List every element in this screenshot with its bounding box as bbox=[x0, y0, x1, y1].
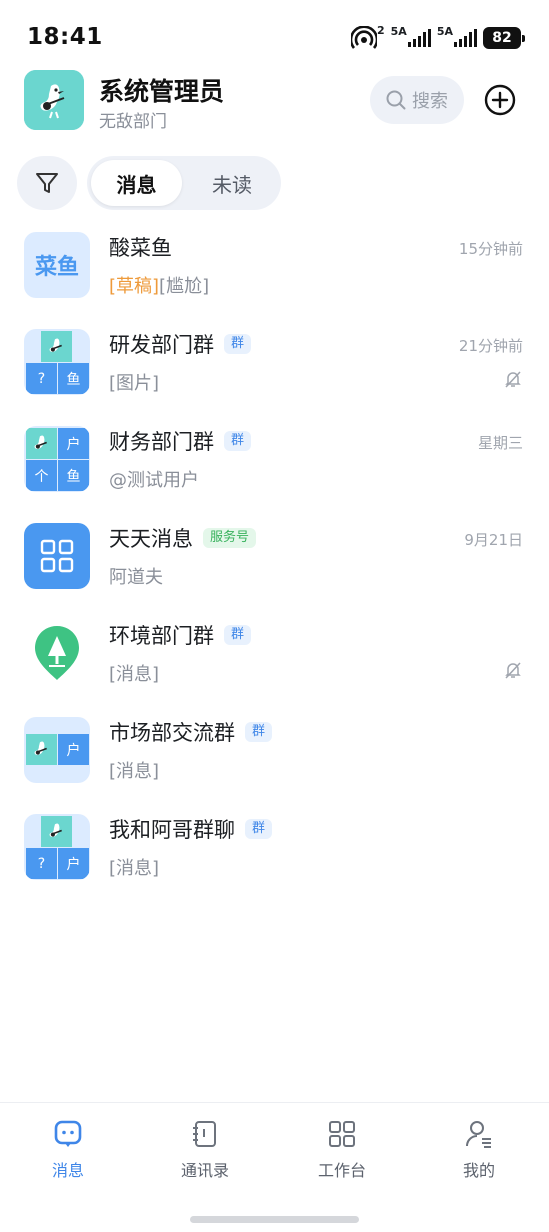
message-filter-tabs: 消息 未读 bbox=[87, 156, 281, 210]
group-tag: 群 bbox=[224, 334, 252, 354]
nav-label: 工作台 bbox=[317, 1161, 366, 1180]
tab-messages[interactable]: 消息 bbox=[91, 160, 182, 206]
conversation-item[interactable]: 菜鱼 酸菜鱼 [草稿][尴尬] 15分钟前 bbox=[0, 216, 549, 313]
conversation-name: 财务部门群群 bbox=[109, 426, 252, 456]
group-avatar: ? 鱼 bbox=[24, 329, 90, 395]
service-avatar bbox=[24, 523, 90, 589]
search-button[interactable]: 搜索 bbox=[370, 76, 464, 124]
conversation-time: 15分钟前 bbox=[458, 240, 523, 258]
conversation-name: 酸菜鱼 bbox=[109, 236, 172, 260]
group-tag: 群 bbox=[224, 431, 252, 451]
group-avatar: 户 个 鱼 bbox=[24, 426, 90, 492]
add-button[interactable] bbox=[484, 84, 516, 120]
signal-sim2-icon: 5A bbox=[437, 25, 477, 47]
conversation-name: 环境部门群群 bbox=[109, 620, 252, 650]
conversation-preview: @测试用户 bbox=[109, 470, 199, 491]
page-title: 系统管理员 bbox=[99, 77, 225, 106]
conversation-item[interactable]: 户 个 鱼 财务部门群群 @测试用户 星期三 bbox=[0, 410, 549, 507]
conversation-time: 星期三 bbox=[477, 434, 523, 452]
group-avatar: ? 户 bbox=[24, 814, 90, 880]
search-label: 搜索 bbox=[412, 91, 448, 112]
bird-mascot-icon bbox=[41, 816, 72, 847]
service-tag: 服务号 bbox=[203, 528, 257, 548]
tab-unread[interactable]: 未读 bbox=[187, 160, 277, 206]
avatar-cell: ? bbox=[26, 363, 57, 394]
add-circle-icon bbox=[484, 84, 516, 116]
conversation-time: 9月21日 bbox=[464, 531, 523, 549]
avatar-cell: 户 bbox=[58, 848, 89, 879]
group-tag: 群 bbox=[245, 722, 273, 742]
chat-bubble-icon bbox=[54, 1120, 82, 1147]
filter-funnel-icon bbox=[36, 173, 58, 193]
status-bar: 18:41 2 5A 5A 82 bbox=[0, 0, 549, 78]
nav-label: 通讯录 bbox=[180, 1161, 229, 1180]
group-tag: 群 bbox=[245, 819, 273, 839]
group-avatar bbox=[24, 620, 90, 686]
conversation-preview: 阿道夫 bbox=[109, 567, 163, 588]
bottom-nav: 消息 通讯录 工作台 我的 bbox=[0, 1102, 549, 1232]
search-icon bbox=[386, 90, 406, 110]
conversation-item[interactable]: 环境部门群群 [消息] bbox=[0, 604, 549, 701]
status-time: 18:41 bbox=[27, 24, 103, 50]
nav-label: 消息 bbox=[51, 1161, 84, 1180]
conversation-name: 天天消息 服务号 bbox=[109, 523, 257, 553]
avatar-cell: 个 bbox=[26, 460, 57, 491]
profile-icon bbox=[466, 1121, 491, 1148]
conversation-preview: [草稿][尴尬] bbox=[109, 276, 210, 297]
conversation-item[interactable]: ? 鱼 研发部门群群 [图片] 21分钟前 bbox=[0, 313, 549, 410]
bird-mascot-icon bbox=[41, 331, 72, 362]
muted-bell-icon bbox=[503, 369, 523, 393]
avatar-cell: 鱼 bbox=[58, 363, 89, 394]
header: 系统管理员 无敌部门 搜索 bbox=[0, 70, 549, 134]
signal-sim1-icon: 5A bbox=[391, 25, 431, 47]
department-label: 无敌部门 bbox=[99, 112, 167, 132]
filter-button[interactable] bbox=[17, 156, 77, 210]
tree-pin-icon bbox=[35, 626, 79, 680]
home-indicator[interactable] bbox=[190, 1216, 359, 1223]
conversation-item[interactable]: 户 市场部交流群群 [消息] bbox=[0, 701, 549, 798]
grid-apps-icon bbox=[40, 539, 74, 573]
group-avatar: 户 bbox=[24, 717, 90, 783]
conversation-name: 我和阿哥群聊群 bbox=[109, 814, 273, 844]
avatar-initials: 菜鱼 bbox=[24, 232, 90, 298]
group-tag: 群 bbox=[224, 625, 252, 645]
conversation-item[interactable]: ? 户 我和阿哥群聊群 [消息] bbox=[0, 798, 549, 895]
contacts-book-icon bbox=[193, 1121, 216, 1147]
conversation-avatar: 菜鱼 bbox=[24, 232, 90, 298]
conversation-preview: [消息] bbox=[109, 858, 160, 879]
nav-label: 我的 bbox=[462, 1161, 495, 1180]
bird-mascot-icon bbox=[26, 428, 57, 459]
avatar-cell: 鱼 bbox=[58, 460, 89, 491]
conversation-preview: [消息] bbox=[109, 761, 160, 782]
hotspot-count: 2 bbox=[377, 24, 385, 37]
muted-bell-icon bbox=[503, 660, 523, 684]
nav-profile[interactable]: 我的 bbox=[429, 1119, 529, 1181]
user-avatar[interactable] bbox=[24, 70, 84, 130]
bird-mascot-icon bbox=[26, 734, 57, 765]
conversation-name: 市场部交流群群 bbox=[109, 717, 273, 747]
avatar-cell: 户 bbox=[58, 734, 89, 765]
conversation-name: 研发部门群群 bbox=[109, 329, 252, 359]
conversation-preview: [图片] bbox=[109, 373, 160, 394]
avatar-cell: 户 bbox=[58, 428, 89, 459]
filter-row: 消息 未读 bbox=[0, 156, 549, 212]
avatar-cell: ? bbox=[26, 848, 57, 879]
nav-messages[interactable]: 消息 bbox=[18, 1119, 118, 1181]
battery-icon: 82 bbox=[483, 27, 525, 49]
conversation-time: 21分钟前 bbox=[458, 337, 523, 355]
draft-label: [草稿] bbox=[109, 276, 160, 297]
hotspot-icon: 2 bbox=[351, 24, 385, 50]
status-icons: 2 5A 5A 82 bbox=[351, 24, 525, 50]
conversation-preview: [消息] bbox=[109, 664, 160, 685]
conversation-item[interactable]: 天天消息 服务号 阿道夫 9月21日 bbox=[0, 507, 549, 604]
nav-workbench[interactable]: 工作台 bbox=[292, 1119, 392, 1181]
nav-contacts[interactable]: 通讯录 bbox=[155, 1119, 255, 1181]
grid-apps-icon bbox=[329, 1121, 355, 1147]
bird-mascot-icon bbox=[24, 70, 84, 130]
